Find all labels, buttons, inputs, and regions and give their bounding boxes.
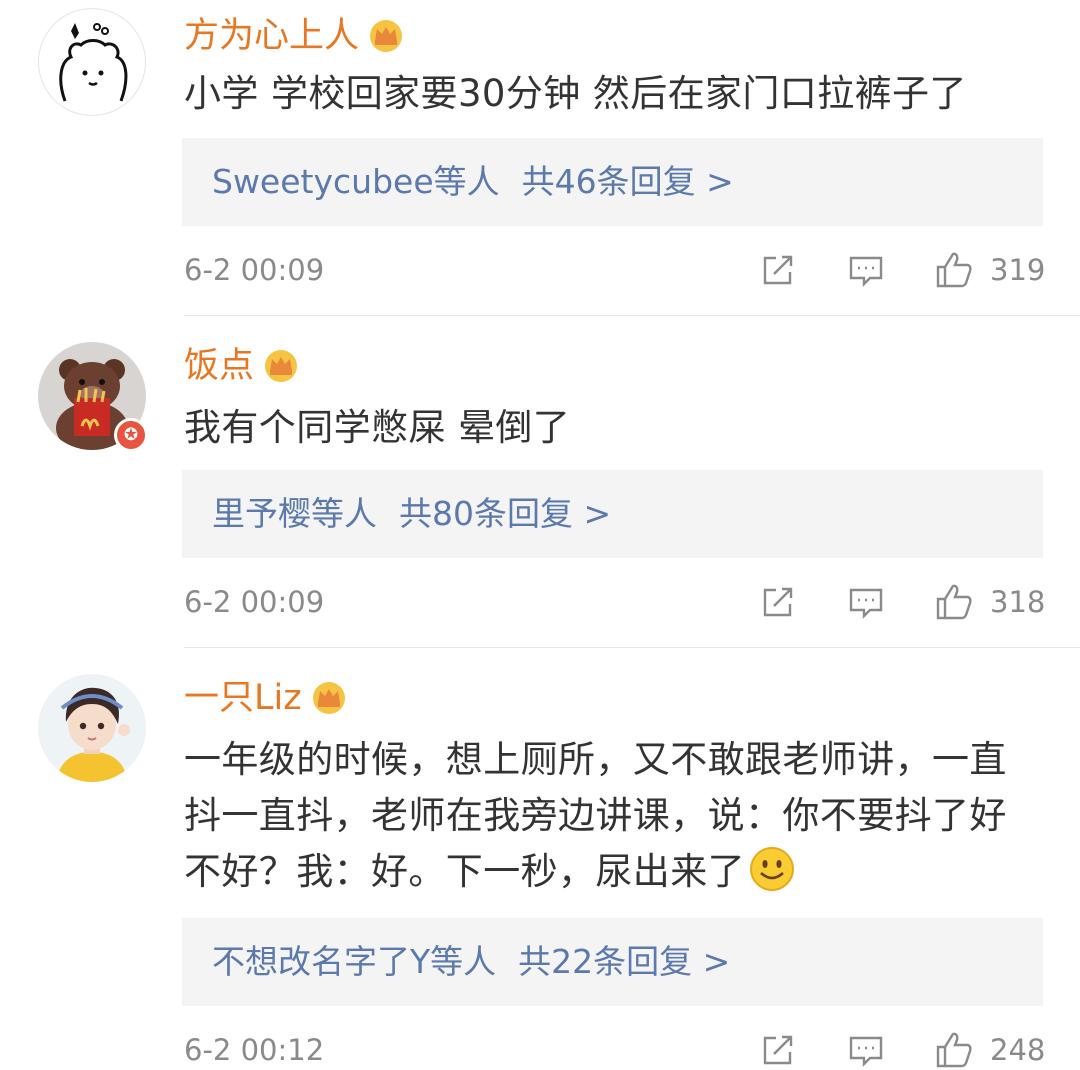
reply-users: 不想改名字了Y等人 <box>212 942 497 981</box>
thumbs-up-icon[interactable] <box>934 582 974 622</box>
comment-meta: 6-2 00:09 318 <box>184 582 1046 622</box>
comment-item: 一只Liz 一年级的时候，想上厕所，又不敢跟老师讲，一直 抖一直抖，老师在我旁边… <box>0 664 1080 1068</box>
comment-icon[interactable] <box>848 1032 884 1068</box>
share-icon[interactable] <box>760 252 796 288</box>
comment-text-line: 抖一直抖，老师在我旁边讲课，说：你不要抖了好 <box>184 794 1007 837</box>
divider <box>184 647 1080 648</box>
timestamp: 6-2 00:12 <box>184 1033 325 1067</box>
reply-summary[interactable]: Sweetycubee等人 共46条回复 > <box>182 138 1043 226</box>
smile-emoji-icon <box>750 847 794 891</box>
comment-icon[interactable] <box>848 252 884 288</box>
comment-text: 小学 学校回家要30分钟 然后在家门口拉裤子了 <box>184 72 967 115</box>
timestamp: 6-2 00:09 <box>184 585 325 619</box>
username[interactable]: 方为心上人 <box>184 14 359 58</box>
username-row: 方为心上人 <box>184 14 405 58</box>
reply-summary[interactable]: 里予樱等人 共80条回复 > <box>182 470 1043 558</box>
divider <box>184 315 1080 316</box>
share-icon[interactable] <box>760 584 796 620</box>
comment-item: ✪ 饭点 我有个同学憋屎 晕倒了 里予樱等人 共80条回复 > 6-2 00:09… <box>0 332 1080 648</box>
comment-text: 一年级的时候，想上厕所，又不敢跟老师讲，一直 抖一直抖，老师在我旁边讲课，说：你… <box>184 734 1044 902</box>
comment-meta: 6-2 00:09 319 <box>184 250 1046 290</box>
reply-link[interactable]: 里予樱等人 共80条回复 > <box>212 470 611 558</box>
reply-link[interactable]: 不想改名字了Y等人 共22条回复 > <box>212 918 730 1006</box>
comment-meta: 6-2 00:12 248 <box>184 1030 1046 1070</box>
thumbs-up-icon[interactable] <box>934 250 974 290</box>
crown-icon <box>312 682 345 714</box>
anime-girl-icon <box>56 687 130 782</box>
like-count: 319 <box>990 253 1046 287</box>
comment-text-line: 一年级的时候，想上厕所，又不敢跟老师讲，一直 <box>184 738 1007 781</box>
comment-text: 我有个同学憋屎 晕倒了 <box>184 406 571 449</box>
thumbs-up-icon[interactable] <box>934 1030 974 1070</box>
reply-count: 共46条回复 > <box>521 162 734 201</box>
comment-icon[interactable] <box>848 584 884 620</box>
username[interactable]: 饭点 <box>184 344 254 388</box>
like-count: 318 <box>990 585 1046 619</box>
reply-summary[interactable]: 不想改名字了Y等人 共22条回复 > <box>182 918 1043 1006</box>
bear-doodle-icon <box>59 23 128 102</box>
comment-text-line: 不好？我：好。下一秒，尿出来了 <box>184 846 1044 902</box>
username-row: 饭点 <box>184 344 300 388</box>
reply-count: 共80条回复 > <box>399 494 612 533</box>
reply-count: 共22条回复 > <box>518 942 731 981</box>
timestamp: 6-2 00:09 <box>184 253 325 287</box>
username-row: 一只Liz <box>184 676 348 720</box>
like-count: 248 <box>990 1033 1046 1067</box>
comment-item: 方为心上人 小学 学校回家要30分钟 然后在家门口拉裤子了 Sweetycube… <box>0 0 1080 316</box>
crown-icon <box>265 350 298 382</box>
vip-star-badge-icon: ✪ <box>114 418 148 452</box>
reply-link[interactable]: Sweetycubee等人 共46条回复 > <box>212 138 734 226</box>
reply-users: Sweetycubee等人 <box>212 162 500 201</box>
user-avatar[interactable] <box>38 8 146 116</box>
comment-text-segment: 不好？我：好。下一秒，尿出来了 <box>184 850 745 893</box>
user-avatar[interactable] <box>38 674 146 782</box>
share-icon[interactable] <box>760 1032 796 1068</box>
reply-users: 里予樱等人 <box>212 494 377 533</box>
username[interactable]: 一只Liz <box>184 676 302 720</box>
crown-icon <box>370 20 403 52</box>
